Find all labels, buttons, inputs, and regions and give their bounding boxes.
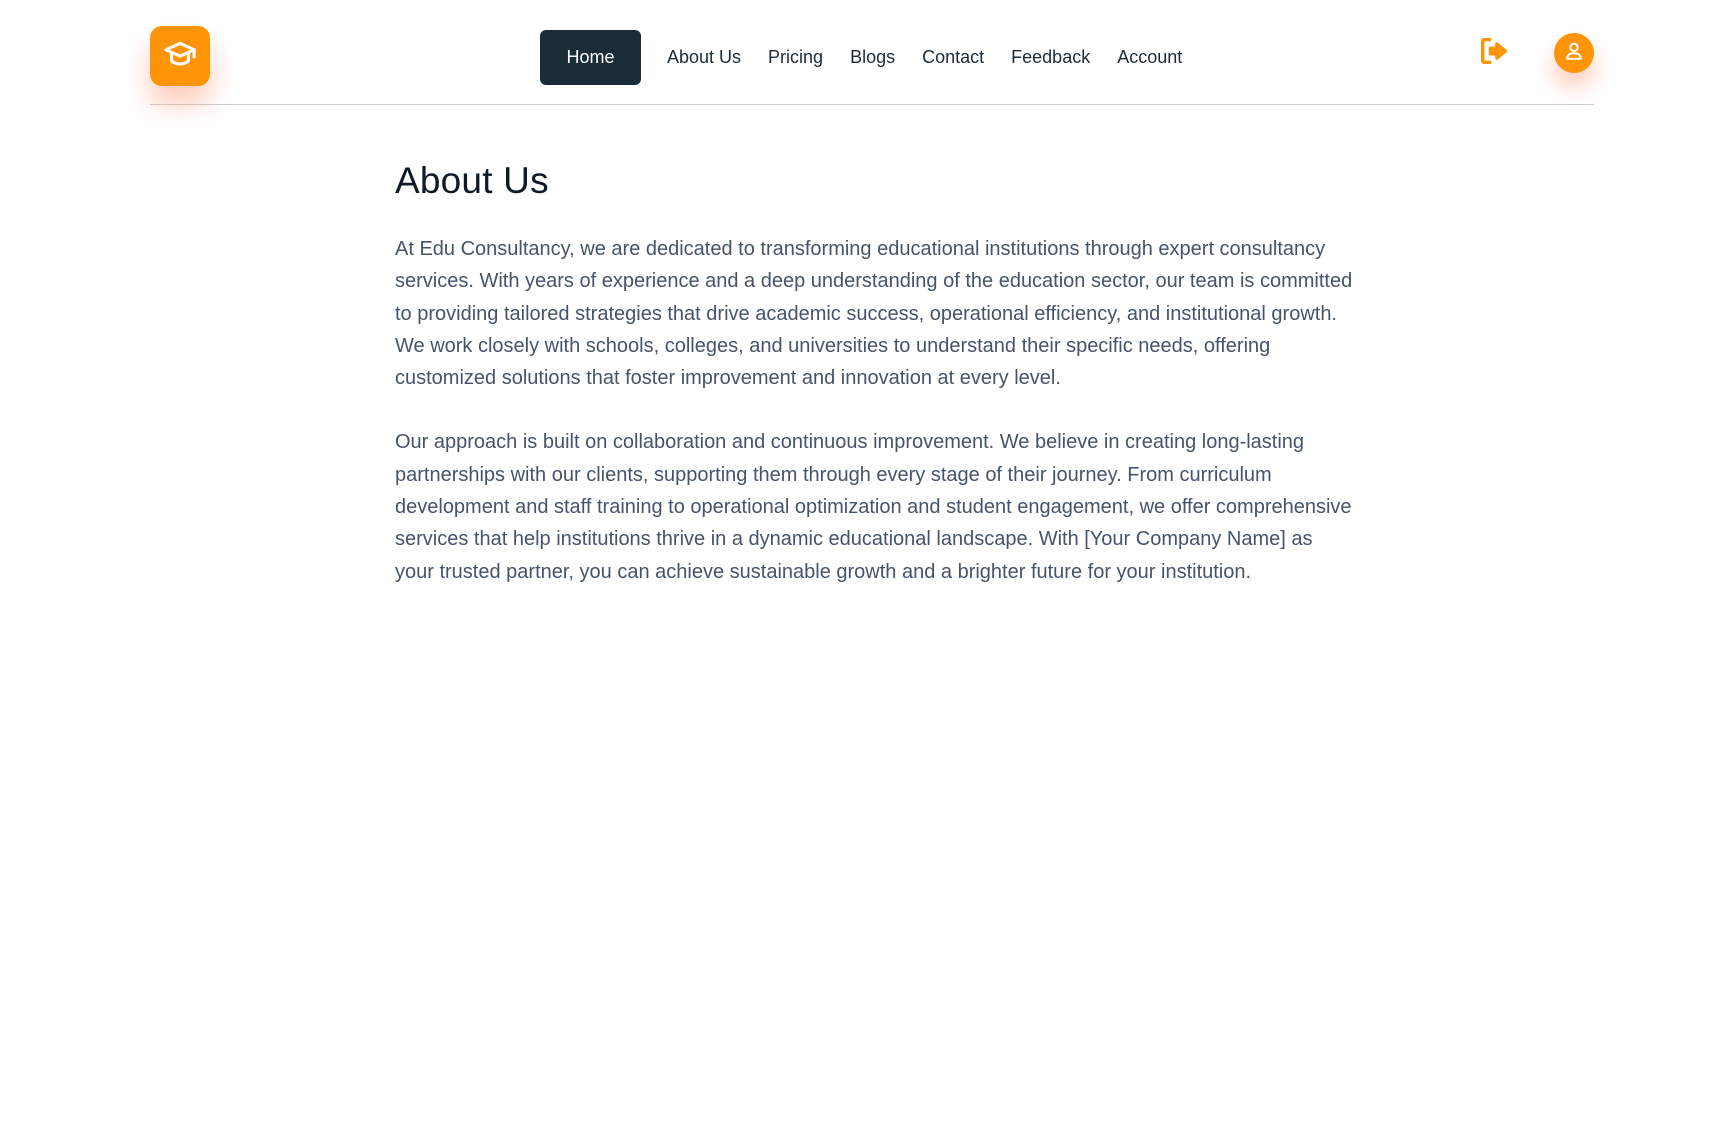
about-paragraph: At Edu Consultancy, we are dedicated to …	[395, 238, 1353, 390]
nav-home[interactable]: Home	[540, 29, 641, 85]
nav-blogs[interactable]: Blogs	[850, 47, 895, 68]
nav-about-us[interactable]: About Us	[667, 47, 741, 68]
user-icon	[1563, 40, 1585, 67]
about-paragraph: Our approach is built on collaboration a…	[395, 431, 1352, 583]
nav-contact[interactable]: Contact	[922, 47, 984, 68]
profile-avatar[interactable]	[1554, 33, 1594, 73]
nav-account[interactable]: Account	[1117, 47, 1182, 68]
page-title: About Us	[395, 160, 549, 201]
nav-feedback[interactable]: Feedback	[1011, 47, 1090, 68]
logout-button[interactable]	[1475, 34, 1513, 72]
graduation-cap-icon	[163, 37, 197, 76]
logo[interactable]	[150, 26, 210, 86]
nav-pricing[interactable]: Pricing	[768, 47, 823, 68]
logout-icon	[1477, 34, 1511, 73]
site-header: Home About Us Pricing Blogs Contact Feed…	[150, 0, 1594, 105]
about-section: About Us At Edu Consultancy, we are dedi…	[395, 160, 1355, 620]
main-nav: Home About Us Pricing Blogs Contact Feed…	[540, 29, 1209, 85]
